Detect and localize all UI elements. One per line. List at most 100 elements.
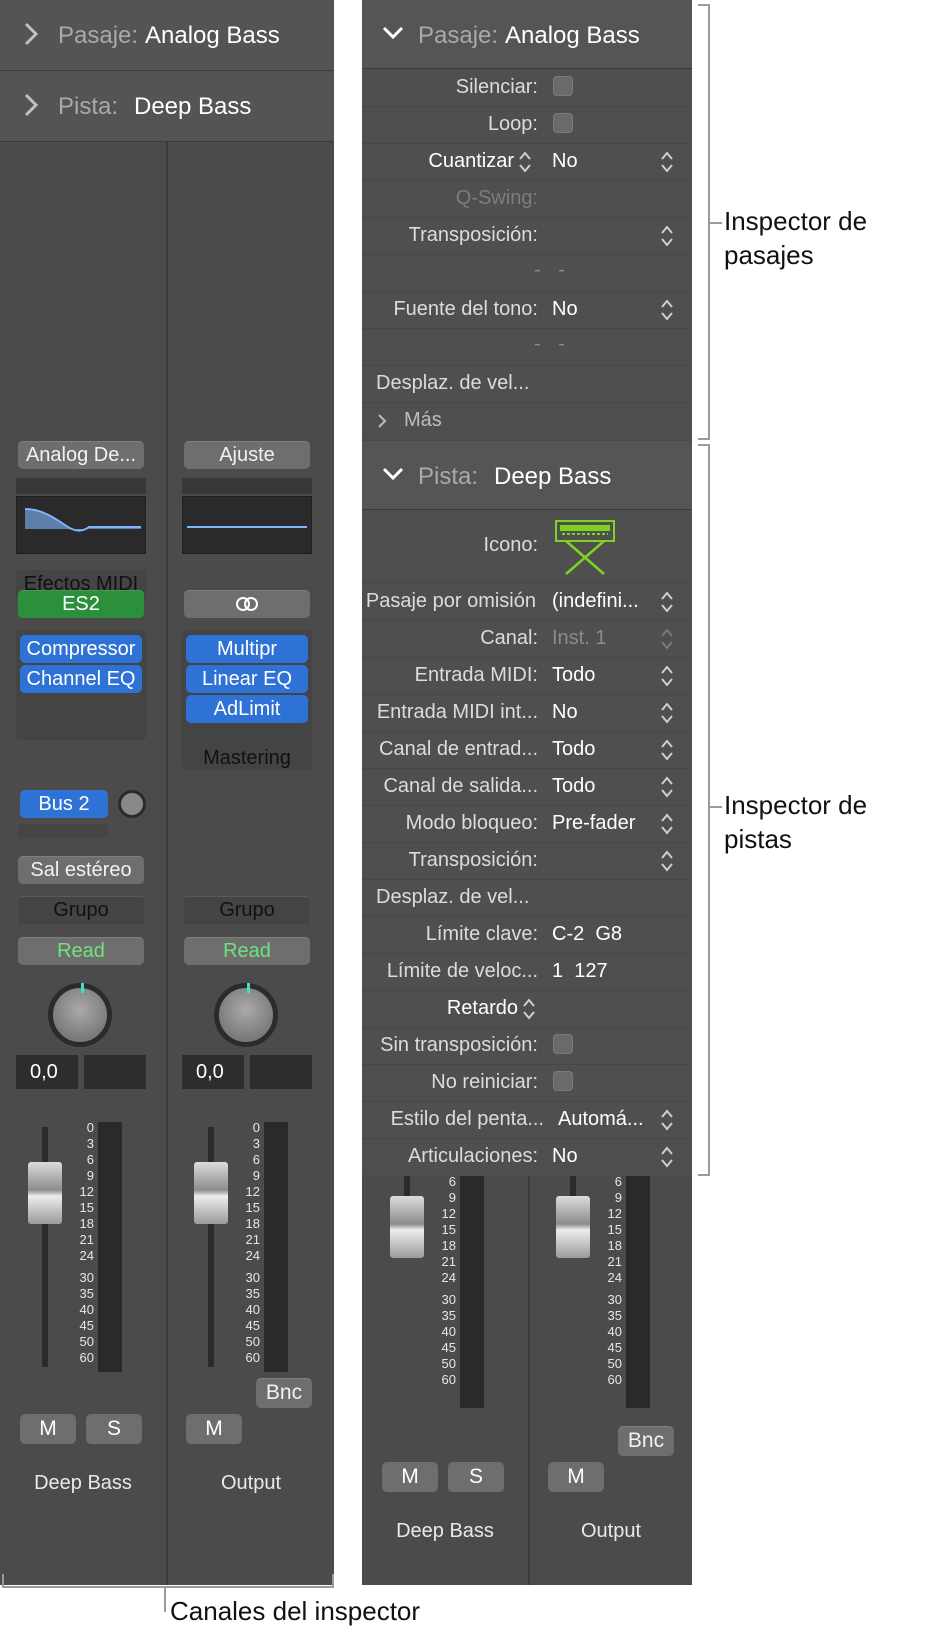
more-label[interactable]: Más (404, 409, 442, 432)
eq-thumbnail[interactable] (16, 496, 146, 554)
row-label: Articulaciones: (407, 1145, 538, 1167)
mute-checkbox[interactable] (553, 76, 573, 96)
updown-arrows-icon[interactable] (660, 298, 674, 322)
updown-arrows-icon[interactable] (660, 775, 674, 799)
region-header-collapsed[interactable]: Pasaje: Analog Bass (0, 0, 334, 71)
output-button[interactable]: Sal estéreo (18, 856, 144, 884)
send-level-knob[interactable] (118, 790, 146, 818)
volume-fader[interactable] (556, 1196, 590, 1258)
setting-button[interactable]: Analog De... (18, 441, 144, 469)
loop-checkbox[interactable] (553, 113, 573, 133)
row-velocity[interactable]: Desplaz. de vel... (362, 879, 692, 917)
plugin-compressor[interactable]: Compressor (20, 635, 142, 663)
updown-arrows-icon[interactable] (660, 738, 674, 762)
quantize-value[interactable]: No (552, 150, 578, 173)
default-region-value[interactable]: (indefini... (552, 590, 639, 613)
mute-button[interactable]: M (20, 1414, 76, 1444)
solo-button[interactable]: S (86, 1414, 142, 1444)
keyboard-stand-icon[interactable] (552, 518, 618, 576)
row-velocity-limit[interactable]: Límite de veloc... 1 127 (362, 953, 692, 991)
mute-button[interactable]: M (186, 1414, 242, 1444)
channel-name[interactable]: Deep Bass (0, 1472, 166, 1495)
row-more[interactable]: Más (362, 402, 692, 439)
row-delay[interactable]: Retardo (362, 990, 692, 1028)
updown-arrows-icon[interactable] (660, 849, 674, 873)
row-transpose[interactable]: Transposición: (362, 842, 692, 880)
updown-arrows-icon[interactable] (660, 1145, 674, 1169)
row-transpose[interactable]: Transposición: (362, 217, 692, 255)
no-transpose-checkbox[interactable] (553, 1034, 573, 1054)
in-channel-value[interactable]: Todo (552, 738, 595, 761)
mute-button[interactable]: M (548, 1462, 604, 1492)
pitch-source-value[interactable]: No (552, 298, 578, 321)
freeze-mode-value[interactable]: Pre-fader (552, 812, 635, 835)
updown-arrows-icon[interactable] (660, 812, 674, 836)
row-in-channel[interactable]: Canal de entrad... Todo (362, 731, 692, 769)
channel-value[interactable]: Inst. 1 (552, 627, 606, 650)
pan-knob[interactable] (214, 983, 278, 1047)
volume-readout[interactable]: 0,0 (16, 1055, 78, 1089)
out-channel-value[interactable]: Todo (552, 775, 595, 798)
volume-readout[interactable]: 0,0 (182, 1055, 244, 1089)
quantize-label[interactable]: Cuantizar (428, 150, 514, 173)
staff-style-value[interactable]: Automá... (558, 1108, 644, 1131)
updown-arrows-icon[interactable] (660, 1108, 674, 1132)
plugin-channel-eq[interactable]: Channel EQ (20, 665, 142, 693)
updown-arrows-icon[interactable] (660, 701, 674, 725)
region-inspector-header[interactable]: Pasaje: Analog Bass (362, 0, 692, 69)
automation-read-button[interactable]: Read (18, 937, 144, 965)
row-channel[interactable]: Canal: Inst. 1 (362, 620, 692, 658)
row-freeze-mode[interactable]: Modo bloqueo: Pre-fader (362, 805, 692, 843)
midi-in-value[interactable]: Todo (552, 664, 595, 687)
updown-arrows-icon[interactable] (522, 997, 536, 1021)
row-default-region[interactable]: Pasaje por omisión (indefini... (362, 583, 692, 621)
articulations-value[interactable]: No (552, 1145, 578, 1168)
updown-arrows-icon[interactable] (660, 664, 674, 688)
track-header-collapsed[interactable]: Pista: Deep Bass (0, 71, 334, 142)
row-staff-style[interactable]: Estilo del penta... Automá... (362, 1101, 692, 1139)
bounce-button[interactable]: Bnc (618, 1426, 674, 1456)
group-button[interactable]: Grupo (18, 896, 144, 924)
send-empty-slot[interactable] (18, 824, 108, 838)
send-bus-2[interactable]: Bus 2 (20, 790, 108, 818)
midi-in-internal-value[interactable]: No (552, 701, 578, 724)
mute-button[interactable]: M (382, 1462, 438, 1492)
setting-button[interactable]: Ajuste (184, 441, 310, 469)
pan-knob[interactable] (48, 983, 112, 1047)
velocity-limit-value[interactable]: 1 127 (552, 960, 608, 983)
instrument-slot-es2[interactable]: ES2 (18, 590, 144, 618)
row-quantize[interactable]: Cuantizar No (362, 143, 692, 181)
track-inspector-header[interactable]: Pista: Deep Bass (362, 441, 692, 510)
channel-name[interactable]: Output (168, 1472, 334, 1495)
channel-name[interactable]: Output (528, 1520, 692, 1543)
eq-thumbnail[interactable] (182, 496, 312, 554)
automation-read-button[interactable]: Read (184, 937, 310, 965)
volume-fader[interactable] (28, 1162, 62, 1224)
plugin-multipressor[interactable]: Multipr (186, 635, 308, 663)
row-midi-in[interactable]: Entrada MIDI: Todo (362, 657, 692, 695)
row-out-channel[interactable]: Canal de salida... Todo (362, 768, 692, 806)
updown-arrows-icon[interactable] (660, 590, 674, 614)
volume-fader[interactable] (390, 1196, 424, 1258)
volume-fader[interactable] (194, 1162, 228, 1224)
row-pitch-source[interactable]: Fuente del tono: No (362, 291, 692, 329)
group-button[interactable]: Grupo (184, 896, 310, 924)
updown-arrows-icon[interactable] (660, 150, 674, 174)
updown-arrows-icon[interactable] (660, 627, 674, 651)
row-midi-in-internal[interactable]: Entrada MIDI int... No (362, 694, 692, 732)
link-button[interactable] (184, 590, 310, 618)
plugin-linear-eq[interactable]: Linear EQ (186, 665, 308, 693)
key-limit-value[interactable]: C-2 G8 (552, 923, 622, 946)
delay-label[interactable]: Retardo (447, 997, 518, 1020)
row-key-limit[interactable]: Límite clave: C-2 G8 (362, 916, 692, 954)
no-reset-checkbox[interactable] (553, 1071, 573, 1091)
row-velocity[interactable]: Desplaz. de vel... (362, 365, 692, 403)
bounce-button[interactable]: Bnc (256, 1378, 312, 1408)
plugin-adlimit[interactable]: AdLimit (186, 695, 308, 723)
channel-name[interactable]: Deep Bass (362, 1520, 528, 1543)
row-icon[interactable]: Icono: (362, 510, 692, 583)
solo-button[interactable]: S (448, 1462, 504, 1492)
row-articulations[interactable]: Articulaciones: No (362, 1138, 692, 1175)
updown-arrows-icon[interactable] (518, 150, 532, 174)
updown-arrows-icon[interactable] (660, 224, 674, 248)
